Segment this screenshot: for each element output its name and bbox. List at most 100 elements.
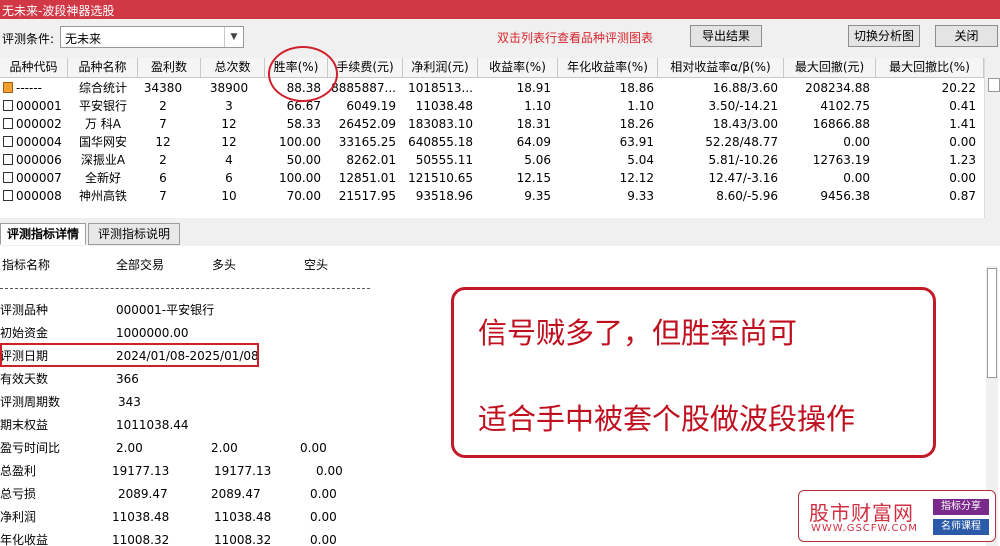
divider (0, 288, 370, 289)
table-row[interactable]: 000001 平安银行 2 3 66.67 6049.19 11038.48 1.10 1.10… (0, 97, 984, 115)
tab-indicator-description[interactable]: 评测指标说明 (88, 223, 180, 245)
condition-label: 评测条件: (2, 32, 55, 46)
watermark-url: WWW.GSCFW.COM (811, 523, 918, 534)
export-button[interactable]: 导出结果 (690, 25, 762, 47)
detail-all: 19177.13 (112, 464, 170, 478)
detail-name: 盈亏时间比 (0, 441, 61, 455)
detail-all: 1011038.44 (116, 418, 189, 432)
table-cell: 12 (221, 135, 237, 149)
table-cell: 93518.96 (415, 189, 473, 203)
table-row[interactable]: 000002 万 科A 7 12 58.33 26452.09 183083.10 18.31… (0, 115, 984, 133)
table-cell: 000007 (16, 171, 62, 185)
detail-all: 000001-平安银行 (116, 303, 215, 317)
watermark-site-name: 股市财富网 (809, 501, 914, 525)
double-click-hint: 双击列表行查看品种评测图表 (497, 31, 654, 45)
table-cell: 000004 (16, 135, 62, 149)
watermark-badge-course: 名师课程 (933, 519, 989, 535)
detail-all: 2089.47 (118, 487, 168, 501)
table-cell: 9.35 (524, 189, 551, 203)
row-checkbox[interactable] (3, 100, 13, 111)
table-cell: 26452.09 (338, 117, 396, 131)
column-header[interactable]: 品种代码 (0, 58, 68, 78)
detail-long: 19177.13 (214, 464, 272, 478)
table-cell: 1.41 (949, 117, 976, 131)
table-cell: 万 科A (84, 117, 122, 131)
table-cell: 6 (225, 171, 233, 185)
detail-long: 2.00 (211, 441, 238, 455)
window-title: 无未来-波段神器选股 (2, 4, 115, 18)
column-header[interactable]: 年化收益率(%) (558, 58, 658, 78)
detail-all: 343 (118, 395, 141, 409)
scroll-thumb[interactable] (988, 78, 1000, 92)
column-header[interactable]: 盈利数 (138, 58, 201, 78)
row-checkbox[interactable] (3, 190, 13, 201)
table-cell: 34380 (143, 81, 183, 95)
table-cell: 12851.01 (338, 171, 396, 185)
column-header[interactable]: 最大回撤比(%) (876, 58, 984, 78)
row-checkbox[interactable] (3, 172, 13, 183)
table-cell: 6049.19 (346, 99, 396, 113)
detail-name: 评测周期数 (0, 395, 61, 409)
detail-all: 366 (116, 372, 139, 386)
table-cell: 0.87 (949, 189, 976, 203)
detail-header-short: 空头 (304, 258, 329, 272)
table-cell: 16.88/3.60 (712, 81, 778, 95)
column-header[interactable]: 品种名称 (68, 58, 138, 78)
row-checkbox[interactable] (3, 154, 13, 165)
detail-all: 1000000.00 (116, 326, 189, 340)
table-row[interactable]: 000006 深振业A 2 4 50.00 8262.01 50555.11 5.06 5.04… (0, 151, 984, 169)
table-row[interactable]: 000004 国华网安 12 12 100.00 33165.25 640855.18 64.… (0, 133, 984, 151)
table-cell: 000008 (16, 189, 62, 203)
column-header[interactable]: 手续费(元) (328, 58, 403, 78)
close-button[interactable]: 关闭 (935, 25, 998, 47)
table-cell: 7 (159, 189, 167, 203)
table-cell: 640855.18 (408, 135, 473, 149)
table-cell: 全新好 (84, 171, 121, 185)
table-cell: 0.00 (843, 135, 870, 149)
detail-long: 11038.48 (214, 510, 272, 524)
table-cell: 6 (159, 171, 167, 185)
column-header[interactable]: 最大回撤(元) (784, 58, 876, 78)
chevron-down-icon[interactable]: ▼ (224, 27, 243, 47)
table-cell: 121510.65 (408, 171, 473, 185)
table-cell: 16866.88 (812, 117, 870, 131)
switch-chart-button[interactable]: 切换分析图 (848, 25, 920, 47)
table-cell: 50555.11 (415, 153, 473, 167)
table-row[interactable]: 000008 神州高铁 7 10 70.00 21517.95 93518.96 9.35 9.… (0, 187, 984, 205)
table-cell: 12 (155, 135, 171, 149)
watermark-badge-share: 指标分享 (933, 499, 989, 515)
table-cell: 深振业A (80, 153, 126, 167)
condition-select[interactable]: 无未来 ▼ (60, 26, 244, 48)
detail-header-name: 指标名称 (2, 258, 51, 272)
scroll-thumb[interactable] (987, 268, 997, 378)
detail-name: 有效天数 (0, 372, 49, 386)
detail-name: 总盈利 (0, 464, 37, 478)
tab-indicator-details[interactable]: 评测指标详情 (0, 223, 86, 245)
table-cell: 1.10 (627, 99, 654, 113)
table-cell: 208234.88 (805, 81, 870, 95)
table-scrollbar[interactable] (984, 58, 1000, 218)
folder-icon[interactable] (3, 82, 13, 93)
detail-header-all: 全部交易 (116, 258, 165, 272)
column-header[interactable]: 总次数 (201, 58, 265, 78)
table-cell: 3.50/-14.21 (708, 99, 778, 113)
column-header[interactable]: 相对收益率α/β(%) (658, 58, 784, 78)
table-cell: 58.33 (286, 117, 321, 131)
column-header[interactable]: 收益率(%) (478, 58, 558, 78)
table-cell: 183083.10 (408, 117, 473, 131)
table-row[interactable]: 000007 全新好 6 6 100.00 12851.01 121510.65 12.15 1… (0, 169, 984, 187)
table-row[interactable]: ------ 综合统计 34380 38900 88.38 8885887... 10185… (0, 79, 984, 97)
title-bar: 无未来-波段神器选股 (0, 0, 1000, 19)
table-cell: 63.91 (619, 135, 654, 149)
table-cell: 0.41 (949, 99, 976, 113)
table-cell: 8262.01 (346, 153, 396, 167)
row-checkbox[interactable] (3, 118, 13, 129)
table-cell: 9456.38 (820, 189, 870, 203)
detail-long: 11008.32 (214, 533, 272, 546)
row-checkbox[interactable] (3, 136, 13, 147)
table-header: 品种代码 品种名称 盈利数 总次数 胜率(%) 手续费(元) 净利润(元) 收益… (0, 58, 984, 78)
callout-line-2: 适合手中被套个股做波段操作 (478, 402, 856, 436)
table-cell: 33165.25 (338, 135, 396, 149)
column-header[interactable]: 净利润(元) (403, 58, 478, 78)
table-cell: 18.86 (619, 81, 654, 95)
